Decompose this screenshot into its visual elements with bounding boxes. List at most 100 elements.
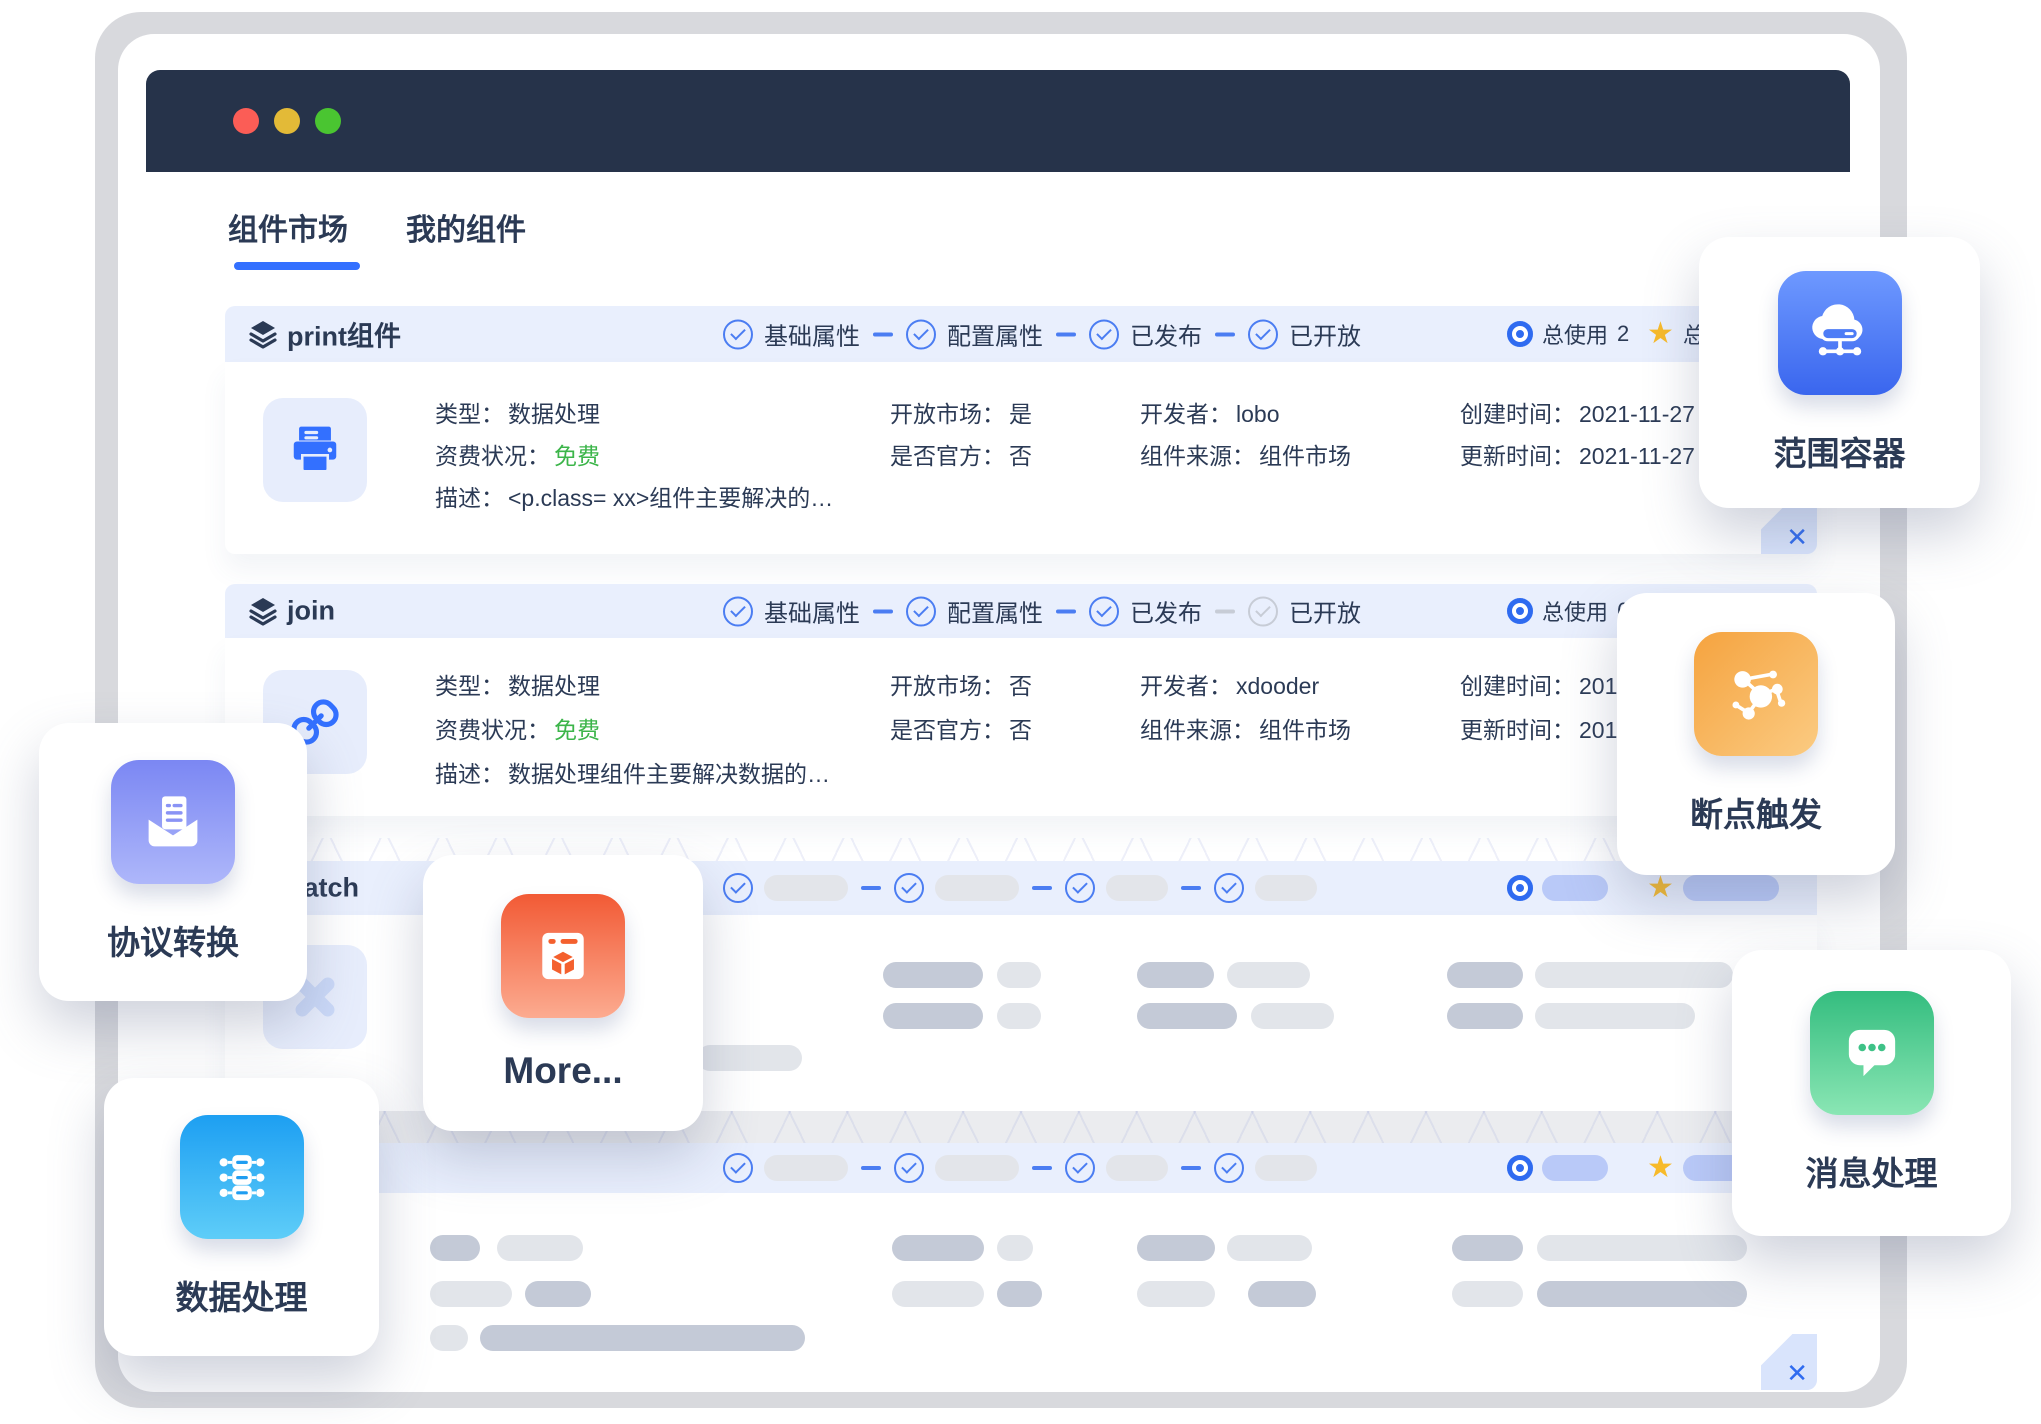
step-label: 已发布 (1130, 594, 1202, 629)
skeleton-pill (1251, 1003, 1334, 1029)
field-type: 类型：数据处理 (435, 398, 600, 430)
skeleton-pill (430, 1325, 468, 1351)
step-connector (873, 332, 893, 336)
skeleton-pill (997, 1003, 1041, 1029)
step-connector (861, 886, 881, 890)
skeleton-pill (1255, 1155, 1317, 1181)
maximize-window-icon[interactable] (315, 108, 341, 134)
field-type: 类型：数据处理 (435, 670, 600, 702)
floating-card-message-processing[interactable]: 消息处理 (1732, 950, 2011, 1236)
skeleton-pill (1137, 1003, 1237, 1029)
field-official: 是否官方：否 (890, 714, 1032, 746)
skeleton-pill (883, 1003, 983, 1029)
floating-card-protocol-conversion[interactable]: 协议转换 (39, 723, 307, 1001)
floating-card-label: 断点触发 (1690, 788, 1822, 836)
floating-card-more[interactable]: More... (423, 855, 703, 1131)
field-fee: 资费状况：免费 (435, 714, 600, 746)
check-circle-icon (1214, 873, 1244, 903)
tab-component-market[interactable]: 组件市场 (228, 205, 348, 249)
check-circle-icon (723, 596, 753, 626)
skeleton-pill (892, 1235, 984, 1261)
floating-card-label: 范围容器 (1774, 427, 1906, 475)
skeleton-pill (1137, 1235, 1215, 1261)
usage-icon (1507, 598, 1533, 624)
close-window-icon[interactable] (233, 108, 259, 134)
skeleton-pill (480, 1325, 805, 1351)
skeleton-pill (1106, 875, 1168, 901)
check-circle-icon (906, 319, 936, 349)
skeleton-pill (935, 875, 1019, 901)
star-icon: ★ (1647, 873, 1674, 903)
card-body: 类型：数据处理 资费状况：免费 描述：<p.class= xx>组件主要解决的…… (225, 362, 1817, 554)
usage-stat: 总使用 6 (1507, 595, 1629, 627)
step-label: 已开放 (1289, 317, 1361, 352)
skeleton-pill (1255, 875, 1317, 901)
step-connector (1215, 609, 1235, 613)
check-circle-icon (1089, 596, 1119, 626)
floating-card-label: 协议转换 (107, 916, 239, 964)
cloud-network-icon (1778, 271, 1902, 395)
usage-count: 2 (1617, 321, 1629, 347)
card-header: ★ (225, 1143, 1817, 1193)
close-card-icon[interactable]: ✕ (1786, 1360, 1808, 1386)
step-connector (861, 1166, 881, 1170)
skeleton-pill (430, 1281, 512, 1307)
check-circle-icon (1089, 319, 1119, 349)
step-connector (1181, 886, 1201, 890)
skeleton-pill (764, 1155, 848, 1181)
minimize-window-icon[interactable] (274, 108, 300, 134)
skeleton-pill (1106, 1155, 1168, 1181)
field-source: 组件来源：组件市场 (1140, 440, 1351, 472)
skeleton-pill (1447, 1003, 1523, 1029)
floating-card-data-processing[interactable]: 数据处理 (104, 1078, 379, 1356)
close-card-icon[interactable]: ✕ (1786, 524, 1808, 550)
skeleton-pill (1535, 962, 1733, 988)
check-circle-icon (1248, 319, 1278, 349)
card-body: 类型：数据处理 资费状况：免费 描述：数据处理组件主要解决数据的… 开放市场：否… (225, 638, 1817, 816)
skeleton-pill (935, 1155, 1019, 1181)
skeleton-pill (697, 1045, 802, 1071)
check-circle-icon (723, 1153, 753, 1183)
layers-icon (247, 595, 279, 627)
skeleton-pill (1542, 875, 1608, 901)
field-desc: 描述：<p.class= xx>组件主要解决的… (435, 482, 833, 514)
floating-card-label: 消息处理 (1806, 1147, 1938, 1195)
skeleton-pill (764, 875, 848, 901)
step-label: 已开放 (1289, 594, 1361, 629)
skeleton-pill (1227, 962, 1310, 988)
step-label: 基础属性 (764, 317, 860, 352)
step-connector (1056, 332, 1076, 336)
status-steps: 基础属性 配置属性 已发布 已开放 (723, 317, 1361, 352)
floating-card-scope-container[interactable]: 范围容器 (1699, 237, 1980, 508)
skeleton-pill (1542, 1155, 1608, 1181)
floating-card-breakpoint-trigger[interactable]: 断点触发 (1617, 593, 1895, 875)
rating-stat-skeleton: ★ (1647, 873, 1779, 903)
field-market: 开放市场：是 (890, 398, 1032, 430)
molecule-icon (1694, 632, 1818, 756)
floating-card-label: 数据处理 (176, 1271, 308, 1319)
check-circle-icon (906, 596, 936, 626)
printer-icon (281, 416, 349, 484)
step-connector (1215, 332, 1235, 336)
step-connector (1032, 1166, 1052, 1170)
field-developer: 开发者：xdooder (1140, 670, 1319, 702)
status-steps: 基础属性 配置属性 已发布 已开放 (723, 594, 1361, 629)
field-desc: 描述：数据处理组件主要解决数据的… (435, 758, 830, 790)
card-header: join 基础属性 配置属性 已发布 已开放 总使用 6 ★ 总评 (225, 584, 1817, 638)
usage-stat-skeleton (1507, 875, 1608, 901)
tab-my-components[interactable]: 我的组件 (406, 205, 526, 249)
field-official: 是否官方：否 (890, 440, 1032, 472)
skeleton-pill (1137, 962, 1214, 988)
step-label: 已发布 (1130, 317, 1202, 352)
step-connector (873, 609, 893, 613)
skeleton-pill (1537, 1281, 1747, 1307)
step-connector (1032, 886, 1052, 890)
card-header: print组件 基础属性 配置属性 已发布 已开放 总使用 2 ★ 总评 (225, 306, 1817, 362)
check-circle-icon (894, 1153, 924, 1183)
check-circle-icon (1065, 873, 1095, 903)
usage-label: 总使用 (1542, 595, 1608, 627)
skeleton-pill (1535, 1003, 1695, 1029)
skeleton-pill (1452, 1235, 1523, 1261)
skeleton-pill (430, 1235, 480, 1261)
star-icon: ★ (1647, 1153, 1674, 1183)
